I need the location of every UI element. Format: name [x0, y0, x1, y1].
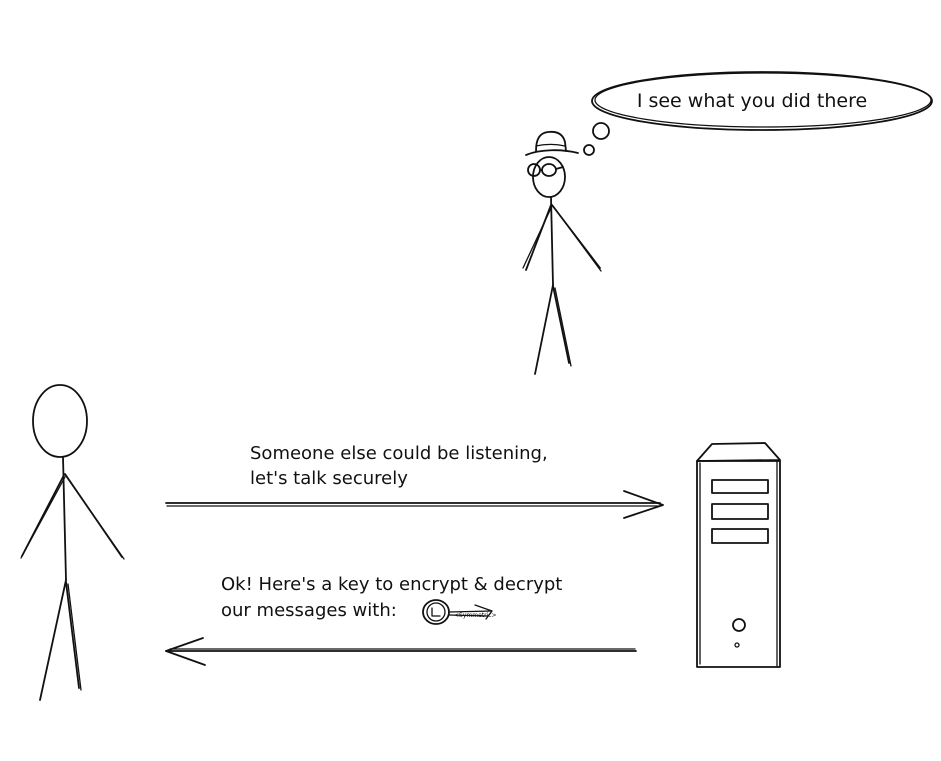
power-button-icon: [732, 618, 746, 632]
message-to-server-line1: Someone else could be listening,: [250, 443, 548, 464]
drive-bay-1: [711, 479, 769, 494]
hat-icon: [525, 130, 579, 156]
arrow-client-to-server: [165, 490, 664, 519]
drive-bay-2: [711, 503, 769, 520]
message-to-server-line2: let's talk securely: [250, 468, 408, 489]
thought-bubble: I see what you did there: [583, 71, 933, 156]
client-head: [32, 384, 88, 458]
eavesdropper-head: [532, 156, 566, 198]
key-label: <Symmetric>: [454, 612, 497, 619]
drive-bay-3: [711, 528, 769, 544]
client-figure: [20, 384, 125, 701]
message-to-client-line2: our messages with:: [221, 600, 397, 621]
eavesdropper-figure: [522, 130, 602, 375]
thought-bubble-tail-small: [583, 144, 595, 156]
arrow-server-to-client: [165, 637, 637, 666]
key-icon: <Symmetric>: [422, 599, 497, 625]
server-icon: [696, 442, 781, 668]
diagram-canvas: I see what you did there Someone else co…: [20, 71, 933, 701]
message-to-client-line1: Ok! Here's a key to encrypt & decrypt: [221, 574, 562, 595]
thought-bubble-text: I see what you did there: [637, 90, 867, 112]
thought-bubble-tail-large: [592, 122, 610, 140]
